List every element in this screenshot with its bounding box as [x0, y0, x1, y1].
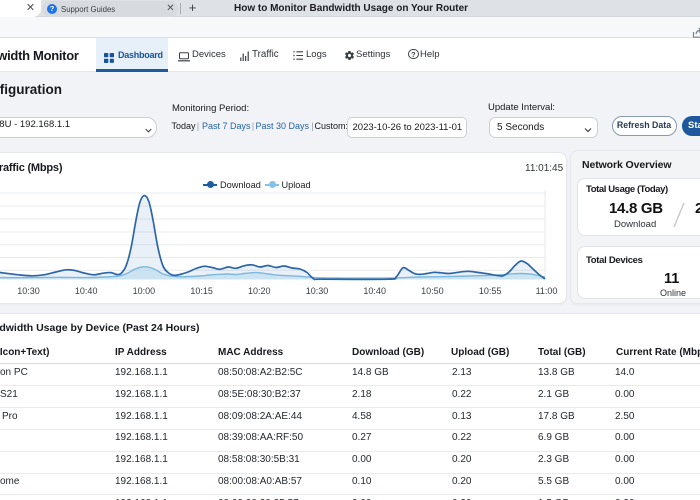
svg-text:10:55: 10:55 [479, 286, 502, 296]
svg-text:10:30: 10:30 [306, 286, 329, 296]
svg-text:10:00: 10:00 [133, 286, 156, 296]
svg-text:10:30: 10:30 [17, 286, 40, 296]
svg-text:10:15: 10:15 [190, 286, 213, 296]
svg-text:10:40: 10:40 [75, 286, 98, 296]
svg-text:10:40: 10:40 [363, 286, 386, 296]
svg-text:10:50: 10:50 [421, 286, 444, 296]
svg-text:10:20: 10:20 [248, 286, 271, 296]
svg-text:11:00: 11:00 [536, 286, 558, 296]
